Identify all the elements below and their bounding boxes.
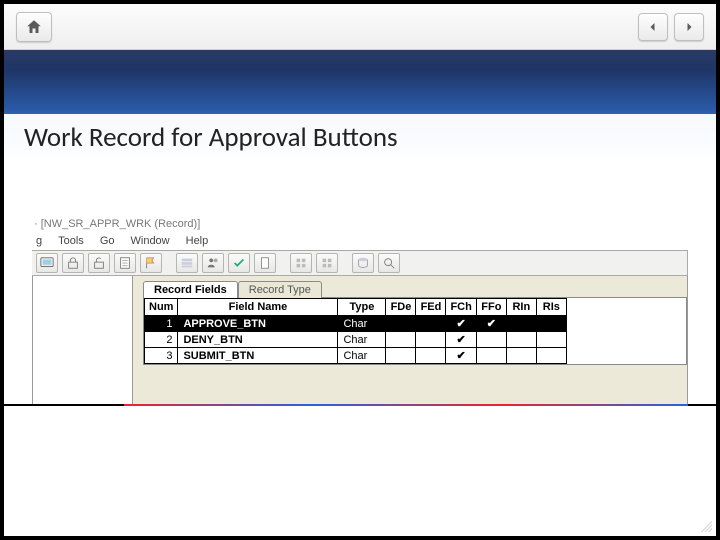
cell-rin: [506, 348, 536, 364]
menu-item-go[interactable]: Go: [100, 235, 115, 247]
cell-num: 1: [145, 316, 178, 332]
toolbar-sql-button[interactable]: [352, 253, 374, 273]
cell-rin: [506, 332, 536, 348]
db-icon: [356, 256, 370, 270]
toolbar-unlock-button[interactable]: [88, 253, 110, 273]
chevron-right-icon: [683, 21, 695, 33]
toolbar: [32, 250, 688, 276]
cell-ris: [536, 316, 566, 332]
tab-record-fields[interactable]: Record Fields: [143, 281, 238, 298]
unlock-icon: [92, 256, 106, 270]
tab-record-type[interactable]: Record Type: [238, 281, 322, 298]
col-fed[interactable]: FEd: [416, 299, 446, 316]
presentation-topnav: [4, 4, 716, 50]
cell-type: Char: [338, 332, 386, 348]
cell-ris: [536, 332, 566, 348]
toolbar-build-button[interactable]: [176, 253, 198, 273]
menu-item-window[interactable]: Window: [131, 235, 170, 247]
col-rin[interactable]: RIn: [506, 299, 536, 316]
col-field[interactable]: Field Name: [178, 299, 338, 316]
cell-num: 3: [145, 348, 178, 364]
cell-field-name: APPROVE_BTN: [178, 316, 338, 332]
cell-fed: [416, 348, 446, 364]
cell-field-name: SUBMIT_BTN: [178, 348, 338, 364]
toolbar-doc-button[interactable]: [254, 253, 276, 273]
search-icon: [382, 256, 396, 270]
doc-icon: [258, 256, 272, 270]
toolbar-lock-button[interactable]: [62, 253, 84, 273]
record-pane: Record Fields Record Type Num Field Name…: [133, 276, 687, 405]
sheet-icon: [118, 256, 132, 270]
col-ffo[interactable]: FFo: [476, 299, 506, 316]
prev-button[interactable]: [638, 13, 668, 41]
cell-type: Char: [338, 348, 386, 364]
fields-grid[interactable]: Num Field Name Type FDe FEd FCh FFo RIn …: [143, 297, 687, 365]
page-title: Work Record for Approval Buttons: [24, 121, 398, 154]
cell-num: 2: [145, 332, 178, 348]
cell-ffo: ✔: [476, 316, 506, 332]
menu-item-truncated[interactable]: g: [36, 235, 42, 247]
toolbar-open-button[interactable]: [36, 253, 58, 273]
cell-fde: [386, 348, 416, 364]
screen-icon: [40, 256, 54, 270]
grid-header-row: Num Field Name Type FDe FEd FCh FFo RIn …: [145, 299, 567, 316]
grid-icon: [294, 256, 308, 270]
table-row[interactable]: 3SUBMIT_BTNChar ✔: [145, 348, 567, 364]
toolbar-find-button[interactable]: [378, 253, 400, 273]
cell-type: Char: [338, 316, 386, 332]
cell-fed: [416, 332, 446, 348]
app-designer-screenshot: · [NW_SR_APPR_WRK (Record)] g Tools Go W…: [32, 218, 688, 418]
toolbar-validate-button[interactable]: [140, 253, 162, 273]
home-icon: [25, 18, 43, 36]
grid-footer-accent: [124, 404, 688, 406]
cell-ffo: [476, 348, 506, 364]
window-caption: · [NW_SR_APPR_WRK (Record)]: [32, 218, 688, 233]
workarea: Record Fields Record Type Num Field Name…: [32, 276, 688, 406]
nav-arrow-group: [638, 13, 704, 41]
cell-ffo: [476, 332, 506, 348]
menu-item-help[interactable]: Help: [186, 235, 209, 247]
col-fde[interactable]: FDe: [386, 299, 416, 316]
toolbar-check-button[interactable]: [228, 253, 250, 273]
lock-icon: [66, 256, 80, 270]
col-num[interactable]: Num: [145, 299, 178, 316]
table-row[interactable]: 1APPROVE_BTNChar ✔✔: [145, 316, 567, 332]
cell-fch: ✔: [446, 316, 476, 332]
cell-fed: [416, 316, 446, 332]
cell-field-name: DENY_BTN: [178, 332, 338, 348]
home-button[interactable]: [16, 12, 52, 42]
people-icon: [206, 256, 220, 270]
col-type[interactable]: Type: [338, 299, 386, 316]
menu-bar: g Tools Go Window Help: [32, 233, 688, 250]
table-row[interactable]: 2DENY_BTNChar ✔: [145, 332, 567, 348]
cell-fch: ✔: [446, 348, 476, 364]
col-ris[interactable]: RIs: [536, 299, 566, 316]
stack-icon: [180, 256, 194, 270]
menu-item-tools[interactable]: Tools: [58, 235, 84, 247]
chevron-left-icon: [647, 21, 659, 33]
cell-fde: [386, 332, 416, 348]
col-fch[interactable]: FCh: [446, 299, 476, 316]
record-tabs: Record Fields Record Type: [133, 276, 687, 297]
toolbar-grid2-button[interactable]: [316, 253, 338, 273]
title-banner: Work Record for Approval Buttons: [4, 50, 716, 160]
slide-frame: Work Record for Approval Buttons · [NW_S…: [0, 0, 720, 540]
next-button[interactable]: [674, 13, 704, 41]
resize-grip-icon: [698, 518, 712, 532]
grid-icon: [320, 256, 334, 270]
cell-fde: [386, 316, 416, 332]
cell-rin: [506, 316, 536, 332]
toolbar-people-button[interactable]: [202, 253, 224, 273]
flag-icon: [144, 256, 158, 270]
toolbar-grid1-button[interactable]: [290, 253, 312, 273]
cell-ris: [536, 348, 566, 364]
title-strip: Work Record for Approval Buttons: [4, 114, 716, 160]
cell-fch: ✔: [446, 332, 476, 348]
project-tree-pane[interactable]: [33, 276, 133, 405]
toolbar-props-button[interactable]: [114, 253, 136, 273]
check-icon: [232, 256, 246, 270]
